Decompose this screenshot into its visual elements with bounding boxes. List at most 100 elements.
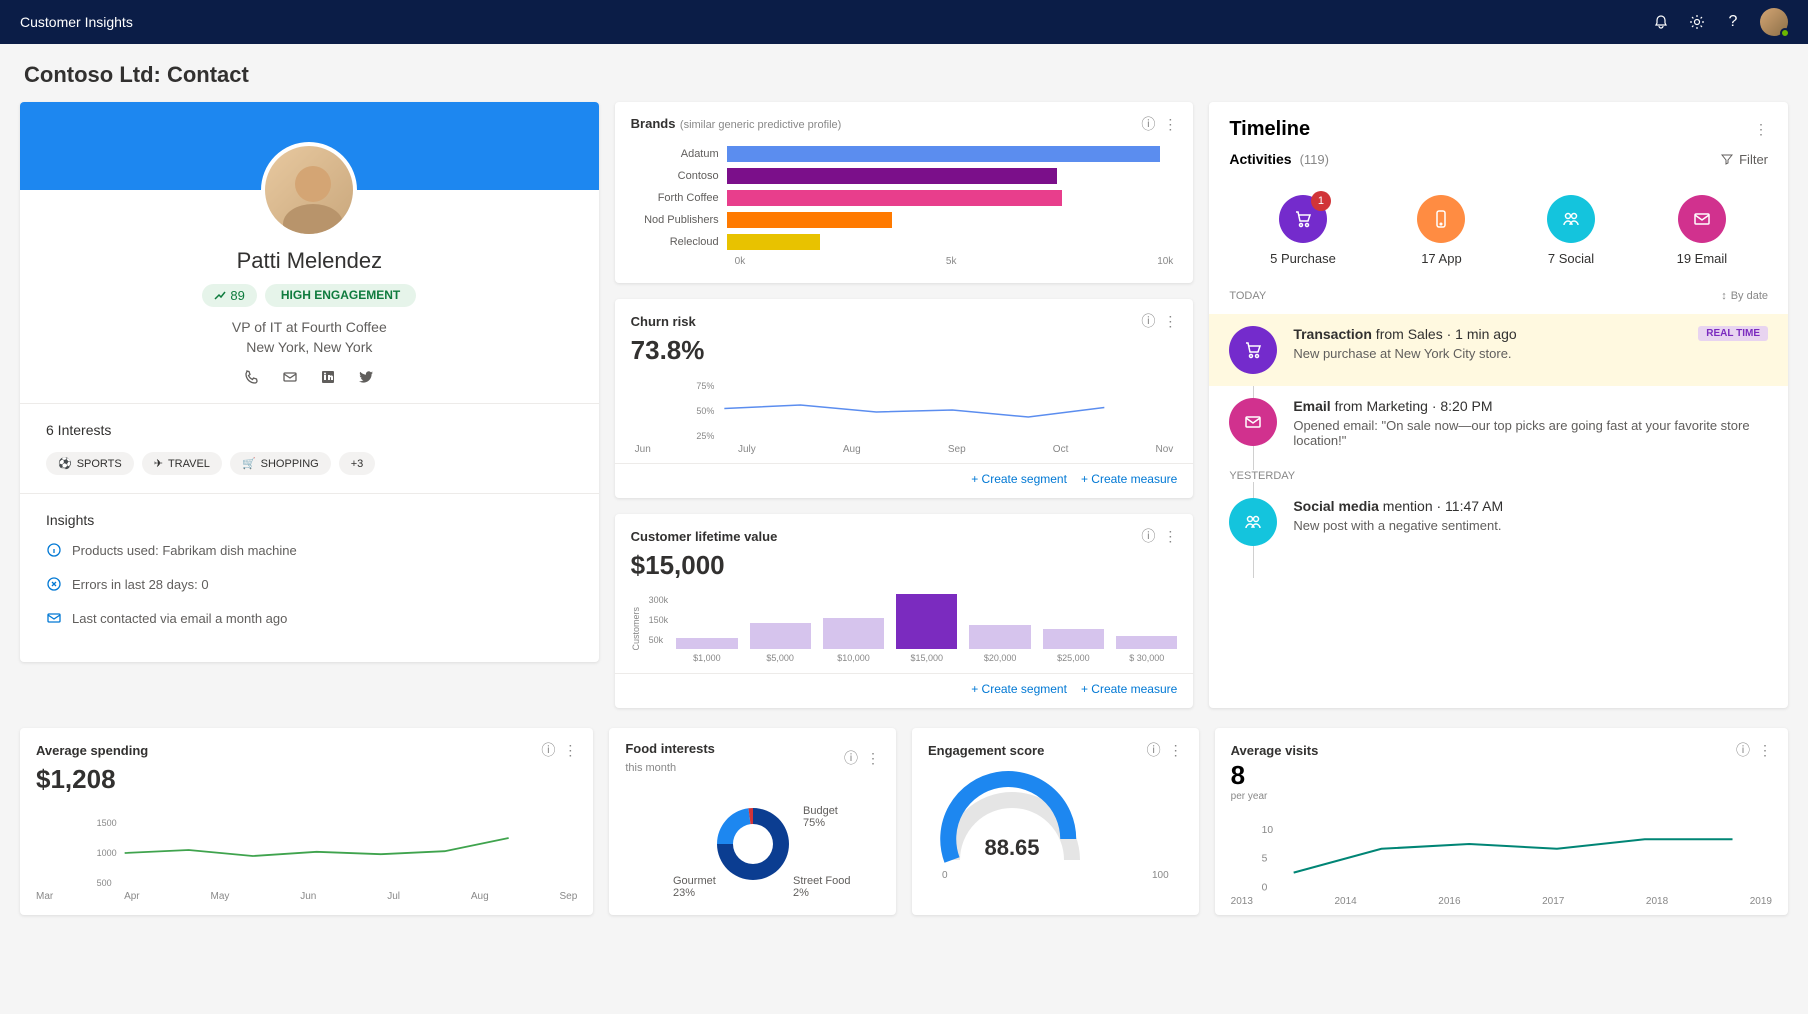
- spending-value: $1,208: [20, 760, 593, 803]
- timeline-item[interactable]: Email from Marketing · 8:20 PM Opened em…: [1229, 386, 1768, 460]
- info-icon[interactable]: ⓘ: [541, 740, 555, 760]
- visits-chart: 0510 201320142016201720182019: [1215, 808, 1788, 915]
- error-circle-icon: [46, 576, 62, 592]
- info-icon[interactable]: ⓘ: [1141, 114, 1155, 134]
- interests-heading: 6 Interests: [46, 422, 573, 438]
- user-avatar[interactable]: [1760, 8, 1788, 36]
- linkedin-icon[interactable]: [320, 369, 336, 385]
- engagement-badge: HIGH ENGAGEMENT: [265, 284, 416, 307]
- activities-count: (119): [1300, 152, 1329, 167]
- more-icon[interactable]: ⋮: [1754, 121, 1768, 138]
- clv-chart: Customers 300k150k50k $1,000$5,000$10,00…: [615, 589, 1194, 673]
- visits-value: 8: [1215, 760, 1788, 791]
- travel-icon: ✈: [154, 457, 163, 470]
- activity-summary: 1 5 Purchase 17 App 7 Social 19 Email: [1209, 183, 1788, 290]
- chip-more[interactable]: +3: [339, 452, 376, 475]
- more-icon[interactable]: ⋮: [563, 742, 577, 759]
- svg-text:500: 500: [97, 878, 112, 888]
- filter-button[interactable]: Filter: [1721, 152, 1768, 167]
- engagement-gauge: 50 88.65 0100: [912, 760, 1199, 891]
- insight-item: Last contacted via email a month ago: [46, 610, 573, 626]
- insight-item: Errors in last 28 days: 0: [46, 576, 573, 592]
- brand-row: Adatum: [635, 146, 1174, 162]
- svg-text:Budget: Budget: [803, 805, 838, 817]
- brand-row: Relecloud: [635, 234, 1174, 250]
- twitter-icon[interactable]: [358, 369, 374, 385]
- svg-text:75%: 75%: [696, 381, 714, 391]
- churn-value: 73.8%: [615, 331, 1194, 374]
- info-icon[interactable]: ⓘ: [1736, 740, 1750, 760]
- more-icon[interactable]: ⋮: [1169, 742, 1183, 759]
- svg-text:0: 0: [1261, 882, 1267, 893]
- svg-text:75%: 75%: [803, 817, 825, 829]
- info-icon[interactable]: ⓘ: [1141, 526, 1155, 546]
- mail-icon[interactable]: [282, 369, 298, 385]
- more-icon[interactable]: ⋮: [1163, 528, 1177, 545]
- info-icon[interactable]: ⓘ: [1147, 740, 1161, 760]
- spending-chart: 50010001500 MarAprMayJunJulAugSep: [20, 803, 593, 910]
- phone-icon[interactable]: [244, 369, 260, 385]
- chip-shopping[interactable]: 🛒SHOPPING: [230, 452, 331, 475]
- gear-icon[interactable]: [1688, 13, 1706, 31]
- svg-text:50%: 50%: [696, 406, 714, 416]
- svg-text:23%: 23%: [673, 887, 695, 899]
- create-measure-link[interactable]: + Create measure: [1081, 682, 1177, 696]
- sports-icon: ⚽: [58, 457, 72, 470]
- timeline-item[interactable]: Social media mention · 11:47 AM New post…: [1229, 486, 1768, 558]
- churn-chart: 25%50%75% JunJulyAugSepOctNov: [615, 374, 1194, 463]
- profile-job-title: VP of IT at Fourth Coffee: [40, 319, 579, 335]
- svg-text:Street Food: Street Food: [793, 875, 850, 887]
- insight-item: Products used: Fabrikam dish machine: [46, 542, 573, 558]
- more-icon[interactable]: ⋮: [1163, 313, 1177, 330]
- profile-location: New York, New York: [40, 339, 579, 355]
- info-icon[interactable]: ⓘ: [1141, 311, 1155, 331]
- clv-value: $15,000: [615, 546, 1194, 589]
- activity-type[interactable]: 7 Social: [1547, 195, 1595, 266]
- clv-card: Customer lifetime value ⓘ ⋮ $15,000 Cust…: [615, 514, 1194, 708]
- shopping-icon: 🛒: [242, 457, 256, 470]
- profile-avatar[interactable]: [261, 142, 357, 238]
- filter-icon: [1721, 153, 1733, 165]
- brand-row: Nod Publishers: [635, 212, 1174, 228]
- svg-text:25%: 25%: [696, 431, 714, 441]
- spending-title: Average spending: [36, 743, 148, 758]
- mail-outline-icon: [46, 610, 62, 626]
- activity-type[interactable]: 17 App: [1417, 195, 1465, 266]
- timeline-item[interactable]: REAL TIMETransaction from Sales · 1 min …: [1209, 314, 1788, 386]
- churn-title: Churn risk: [631, 314, 696, 329]
- more-icon[interactable]: ⋮: [1163, 116, 1177, 133]
- info-circle-icon: [46, 542, 62, 558]
- info-icon[interactable]: ⓘ: [844, 748, 858, 768]
- profile-card: Patti Melendez 89 HIGH ENGAGEMENT VP of …: [20, 102, 599, 662]
- timeline-list: TODAY ↕ By date REAL TIMETransaction fro…: [1209, 290, 1788, 578]
- page-heading: Contoso Ltd: Contact: [0, 44, 1808, 102]
- more-icon[interactable]: ⋮: [866, 750, 880, 767]
- create-segment-link[interactable]: + Create segment: [971, 682, 1067, 696]
- svg-text:88.65: 88.65: [984, 835, 1039, 860]
- food-card: Food intereststhis month ⓘ⋮ Budget75% Go…: [609, 728, 896, 915]
- profile-name: Patti Melendez: [40, 248, 579, 274]
- app-title: Customer Insights: [20, 14, 133, 30]
- trend-up-icon: [214, 290, 226, 302]
- more-icon[interactable]: ⋮: [1758, 742, 1772, 759]
- sort-button[interactable]: ↕ By date: [1721, 290, 1768, 302]
- activity-type[interactable]: 19 Email: [1677, 195, 1728, 266]
- create-segment-link[interactable]: + Create segment: [971, 472, 1067, 486]
- top-bar: Customer Insights ?: [0, 0, 1808, 44]
- create-measure-link[interactable]: + Create measure: [1081, 472, 1177, 486]
- clv-title: Customer lifetime value: [631, 529, 778, 544]
- interest-chips: ⚽SPORTS ✈TRAVEL 🛒SHOPPING +3: [46, 452, 573, 475]
- chip-travel[interactable]: ✈TRAVEL: [142, 452, 222, 475]
- visits-card: Average visits ⓘ⋮ 8 per year 0510 201320…: [1215, 728, 1788, 915]
- activities-label: Activities: [1229, 151, 1291, 167]
- help-icon[interactable]: ?: [1724, 13, 1742, 31]
- brand-row: Contoso: [635, 168, 1174, 184]
- engagement-score: 89: [202, 284, 256, 307]
- food-title: Food interests: [625, 741, 715, 756]
- bell-icon[interactable]: [1652, 13, 1670, 31]
- chip-sports[interactable]: ⚽SPORTS: [46, 452, 134, 475]
- insights-heading: Insights: [46, 512, 573, 528]
- spending-card: Average spending ⓘ ⋮ $1,208 50010001500 M…: [20, 728, 593, 915]
- activity-type[interactable]: 1 5 Purchase: [1270, 195, 1336, 266]
- engagement-card: Engagement score ⓘ⋮ 50 88.65 0100: [912, 728, 1199, 915]
